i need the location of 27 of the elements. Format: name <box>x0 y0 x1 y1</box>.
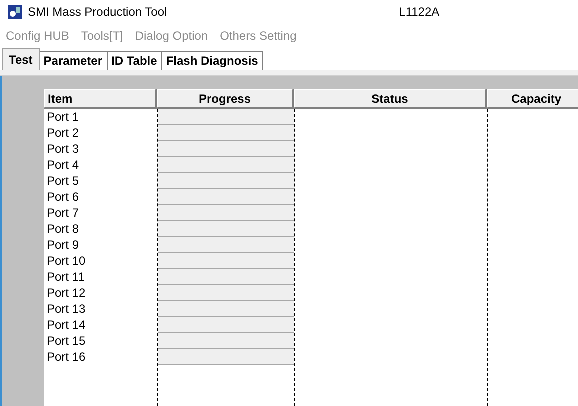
table-cell-text: Port 5 <box>46 173 80 189</box>
column-header[interactable]: Progress <box>157 89 294 109</box>
column-header[interactable]: Capacity <box>487 89 578 109</box>
app-icon <box>8 5 22 19</box>
tab[interactable]: Test <box>2 48 40 70</box>
table-cell-text: Port 7 <box>46 205 80 221</box>
tab[interactable]: ID Table <box>108 51 162 70</box>
table-cell-text: Port 13 <box>46 301 87 317</box>
window-title: SMI Mass Production Tool <box>28 4 168 21</box>
table-cell-text: Port 16 <box>46 349 87 365</box>
table-cell-text: Port 4 <box>46 157 80 173</box>
table-cell-text: Port 10 <box>46 253 87 269</box>
version-label: L1122A <box>399 4 440 21</box>
tab[interactable]: Parameter <box>40 51 108 70</box>
table-cell-text: Port 8 <box>46 221 80 237</box>
table-cell-text: Port 14 <box>46 317 87 333</box>
tab[interactable]: Flash Diagnosis <box>162 51 264 70</box>
table-cell-text: Port 12 <box>46 285 87 301</box>
column-header[interactable]: Item <box>44 89 157 109</box>
table-cell-text: Port 2 <box>46 125 80 141</box>
table-cell-text: Port 6 <box>46 189 80 205</box>
table-cell-text: Port 15 <box>46 333 87 349</box>
table-cell-text: Port 3 <box>46 141 80 157</box>
table-cell-text: Port 11 <box>46 269 86 285</box>
table-cell-text: Port 1 <box>46 109 80 125</box>
table-cell-text: Port 9 <box>46 237 80 253</box>
column-header[interactable]: Status <box>294 89 487 109</box>
